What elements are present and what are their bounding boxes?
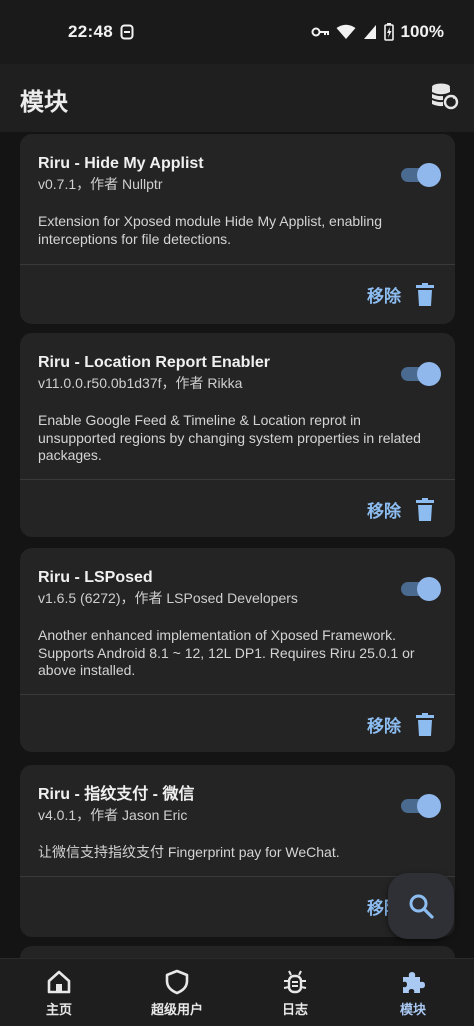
status-icons: 100%	[311, 22, 444, 42]
status-bar: 22:48 100%	[0, 0, 474, 64]
battery-charging-icon	[383, 23, 394, 41]
module-toggle[interactable]	[401, 361, 441, 386]
shield-icon	[165, 969, 189, 995]
nav-label: 日志	[281, 1002, 308, 1017]
search-button[interactable]	[388, 873, 454, 939]
bug-icon	[283, 970, 307, 994]
module-name: Riru - Location Report Enabler	[38, 354, 271, 371]
module-version: v0.7.1，作者 Nullptr	[38, 176, 163, 192]
signal-icon	[363, 25, 376, 39]
battery-percent: 100%	[400, 22, 444, 41]
module-description: Another enhanced implementation of Xpose…	[38, 627, 415, 678]
nav-label: 主页	[45, 1002, 72, 1017]
nav-item-logs[interactable]: 日志	[236, 959, 354, 1026]
extension-icon	[403, 972, 425, 993]
remove-label: 移除	[367, 287, 401, 306]
bottom-navigation: 主页 超级用户 日志 模块	[0, 958, 474, 1026]
nav-item-home[interactable]: 主页	[0, 959, 118, 1026]
remove-label: 移除	[367, 502, 401, 521]
remove-button[interactable]: 移除	[367, 712, 435, 737]
vpn-key-icon	[311, 27, 329, 37]
status-time: 22:48	[68, 22, 113, 41]
wifi-icon	[336, 24, 356, 39]
module-description: Enable Google Feed & Timeline & Location…	[38, 412, 421, 463]
module-card: Riru - Hide My Applist v0.7.1，作者 Nullptr…	[20, 134, 455, 324]
module-version: v4.0.1，作者 Jason Eric	[38, 807, 188, 823]
module-toggle[interactable]	[401, 162, 441, 187]
face-id-icon	[120, 24, 134, 40]
delete-icon[interactable]	[415, 497, 435, 522]
nav-label: 超级用户	[150, 1002, 203, 1017]
remove-label: 移除	[367, 717, 401, 736]
module-description: 让微信支持指纹支付 Fingerprint pay for WeChat.	[38, 844, 340, 860]
module-card-partial	[20, 946, 455, 958]
module-name: Riru - Hide My Applist	[38, 155, 204, 172]
module-description: Extension for Xposed module Hide My Appl…	[38, 213, 382, 247]
module-toggle[interactable]	[401, 576, 441, 601]
remove-button[interactable]: 移除	[367, 497, 435, 522]
card-divider	[20, 694, 455, 695]
module-version: v11.0.0.r50.0b1d37f，作者 Rikka	[38, 375, 243, 391]
card-divider	[20, 264, 455, 265]
module-card: Riru - LSPosed v1.6.5 (6272)，作者 LSPosed …	[20, 548, 455, 752]
module-list[interactable]: Riru - Hide My Applist v0.7.1，作者 Nullptr…	[0, 132, 474, 958]
module-card: Riru - Location Report Enabler v11.0.0.r…	[20, 333, 455, 537]
module-name: Riru - 指纹支付 - 微信	[38, 786, 195, 803]
module-version: v1.6.5 (6272)，作者 LSPosed Developers	[38, 590, 298, 606]
card-divider	[20, 876, 455, 877]
nav-item-modules[interactable]: 模块	[354, 959, 472, 1026]
home-icon	[47, 970, 71, 994]
nav-item-superuser[interactable]: 超级用户	[118, 959, 236, 1026]
module-toggle[interactable]	[401, 793, 441, 818]
backup-restore-icon[interactable]	[428, 80, 460, 112]
delete-icon[interactable]	[415, 712, 435, 737]
module-name: Riru - LSPosed	[38, 569, 153, 586]
page-title: 模块	[20, 89, 68, 116]
delete-icon[interactable]	[415, 282, 435, 307]
nav-label: 模块	[399, 1002, 426, 1017]
app-bar: 模块	[0, 64, 474, 132]
card-divider	[20, 479, 455, 480]
remove-button[interactable]: 移除	[367, 282, 435, 307]
search-icon	[409, 894, 434, 919]
